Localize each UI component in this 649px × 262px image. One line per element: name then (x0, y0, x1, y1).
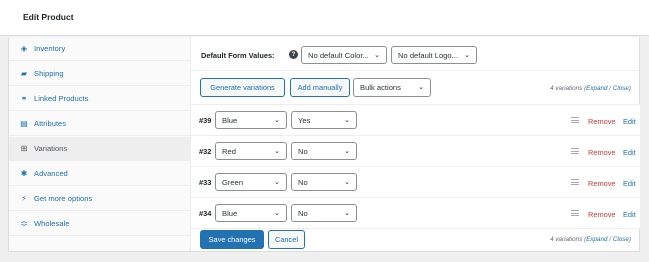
edit-variation-link[interactable]: Edit (623, 210, 636, 219)
sidebar-item-label: Attributes (34, 119, 67, 128)
product-data-tabs: ◈ Inventory ▰ Shipping ⚭ Linked Products… (9, 37, 191, 251)
default-form-values-row: Default Form Values: ? No default Color.… (191, 37, 640, 71)
edit-variation-link[interactable]: Edit (623, 148, 636, 157)
sidebar-item-label: Wholesale (34, 219, 70, 228)
chevron-down-icon: ⌄ (274, 179, 280, 186)
diamond-icon: ◈ (20, 44, 28, 53)
variation-logo-select[interactable]: No ⌄ (291, 142, 357, 160)
product-data-panel: ◈ Inventory ▰ Shipping ⚭ Linked Products… (8, 37, 640, 252)
save-changes-button[interactable]: Save changes (200, 230, 264, 249)
generate-variations-button[interactable]: Generate variations (200, 78, 285, 97)
variation-logo-select[interactable]: Yes ⌄ (291, 111, 357, 129)
sidebar-item-shipping[interactable]: ▰ Shipping (9, 62, 190, 86)
edit-variation-link[interactable]: Edit (623, 179, 636, 188)
expand-link[interactable]: Expand (586, 236, 607, 243)
sidebar-item-get-more-options[interactable]: ⚡ Get more options (9, 187, 190, 211)
sidebar-item-label: Inventory (34, 44, 66, 53)
variation-logo-select[interactable]: No ⌄ (291, 173, 357, 191)
variations-count-footer: 4 variations (Expand / Close) (550, 236, 631, 243)
remove-variation-link[interactable]: Remove (588, 117, 616, 126)
chevron-down-icon: ⌄ (274, 210, 280, 217)
chevron-down-icon: ⌄ (418, 84, 424, 91)
variation-id: #39 (199, 116, 212, 125)
sidebar-item-wholesale[interactable]: ≎ Wholesale (9, 212, 190, 236)
variation-id: #34 (199, 209, 212, 218)
remove-variation-link[interactable]: Remove (588, 179, 616, 188)
sidebar-item-label: Variations (34, 144, 68, 153)
sidebar-item-label: Shipping (34, 69, 64, 78)
drag-handle-icon[interactable] (571, 117, 579, 123)
sidebar-item-advanced[interactable]: ✱ Advanced (9, 162, 190, 186)
variation-row[interactable]: #33 Green ⌄ No ⌄ Remove Edit (191, 167, 640, 198)
remove-variation-link[interactable]: Remove (588, 210, 616, 219)
variation-row[interactable]: #32 Red ⌄ No ⌄ Remove Edit (191, 136, 640, 167)
chevron-down-icon: ⌄ (344, 179, 350, 186)
variation-row[interactable]: #39 Blue ⌄ Yes ⌄ Remove Edit (191, 105, 640, 136)
sidebar-item-label: Linked Products (34, 94, 89, 103)
chevron-down-icon: ⌄ (344, 210, 350, 217)
page-title: Edit Product (23, 12, 74, 22)
list-icon: ▤ (20, 119, 28, 128)
sidebar-item-variations[interactable]: ⊞ Variations (9, 137, 190, 161)
drag-handle-icon[interactable] (571, 179, 579, 185)
sidebar-item-label: Advanced (34, 169, 68, 178)
drag-handle-icon[interactable] (571, 148, 579, 154)
grid-icon: ⊞ (20, 144, 28, 153)
cancel-button[interactable]: Cancel (268, 230, 305, 249)
link-icon: ⚭ (20, 94, 28, 103)
chevron-down-icon: ⌄ (344, 148, 350, 155)
variation-color-select[interactable]: Blue ⌄ (215, 204, 287, 222)
help-icon[interactable]: ? (289, 50, 298, 59)
variation-color-select[interactable]: Blue ⌄ (215, 111, 287, 129)
default-color-value: No default Color... (308, 50, 369, 60)
default-logo-select[interactable]: No default Logo... ⌄ (391, 46, 477, 64)
variations-footer-row: Save changes Cancel 4 variations (Expand… (191, 225, 640, 252)
truck-icon: ▰ (20, 69, 28, 78)
chevron-down-icon: ⌄ (464, 52, 470, 59)
variation-actions-row: Generate variations Add manually Bulk ac… (191, 71, 640, 105)
chevron-down-icon: ⌄ (374, 52, 380, 59)
chevron-down-icon: ⌄ (274, 117, 280, 124)
add-manually-button[interactable]: Add manually (290, 78, 350, 97)
chevron-down-icon: ⌄ (344, 117, 350, 124)
variation-id: #32 (199, 147, 212, 156)
remove-variation-link[interactable]: Remove (588, 148, 616, 157)
expand-link[interactable]: Expand (586, 85, 607, 92)
close-link[interactable]: Close (613, 85, 629, 92)
default-color-select[interactable]: No default Color... ⌄ (301, 46, 387, 64)
plugin-icon: ⚡ (21, 194, 27, 203)
sidebar-item-inventory[interactable]: ◈ Inventory (9, 37, 190, 61)
variation-id: #33 (199, 178, 212, 187)
drag-handle-icon[interactable] (571, 210, 579, 216)
variation-logo-select[interactable]: No ⌄ (291, 204, 357, 222)
default-form-values-label: Default Form Values: (201, 51, 275, 60)
variation-color-select[interactable]: Green ⌄ (215, 173, 287, 191)
gear-icon: ✱ (20, 169, 28, 178)
variation-color-select[interactable]: Red ⌄ (215, 142, 287, 160)
close-link[interactable]: Close (613, 236, 629, 243)
chevron-down-icon: ⌄ (274, 148, 280, 155)
bulk-actions-select[interactable]: Bulk actions ⌄ (353, 78, 431, 97)
page-header: Edit Product (0, 0, 649, 36)
sidebar-item-label: Get more options (34, 194, 93, 203)
variations-count: 4 variations (Expand / Close) (550, 85, 631, 92)
variations-panel: Default Form Values: ? No default Color.… (191, 37, 640, 251)
sidebar-item-linked-products[interactable]: ⚭ Linked Products (9, 87, 190, 111)
sidebar-item-attributes[interactable]: ▤ Attributes (9, 112, 190, 136)
wholesale-icon: ≎ (20, 219, 28, 228)
edit-variation-link[interactable]: Edit (623, 117, 636, 126)
default-logo-value: No default Logo... (398, 50, 458, 60)
bulk-actions-value: Bulk actions (360, 83, 401, 92)
